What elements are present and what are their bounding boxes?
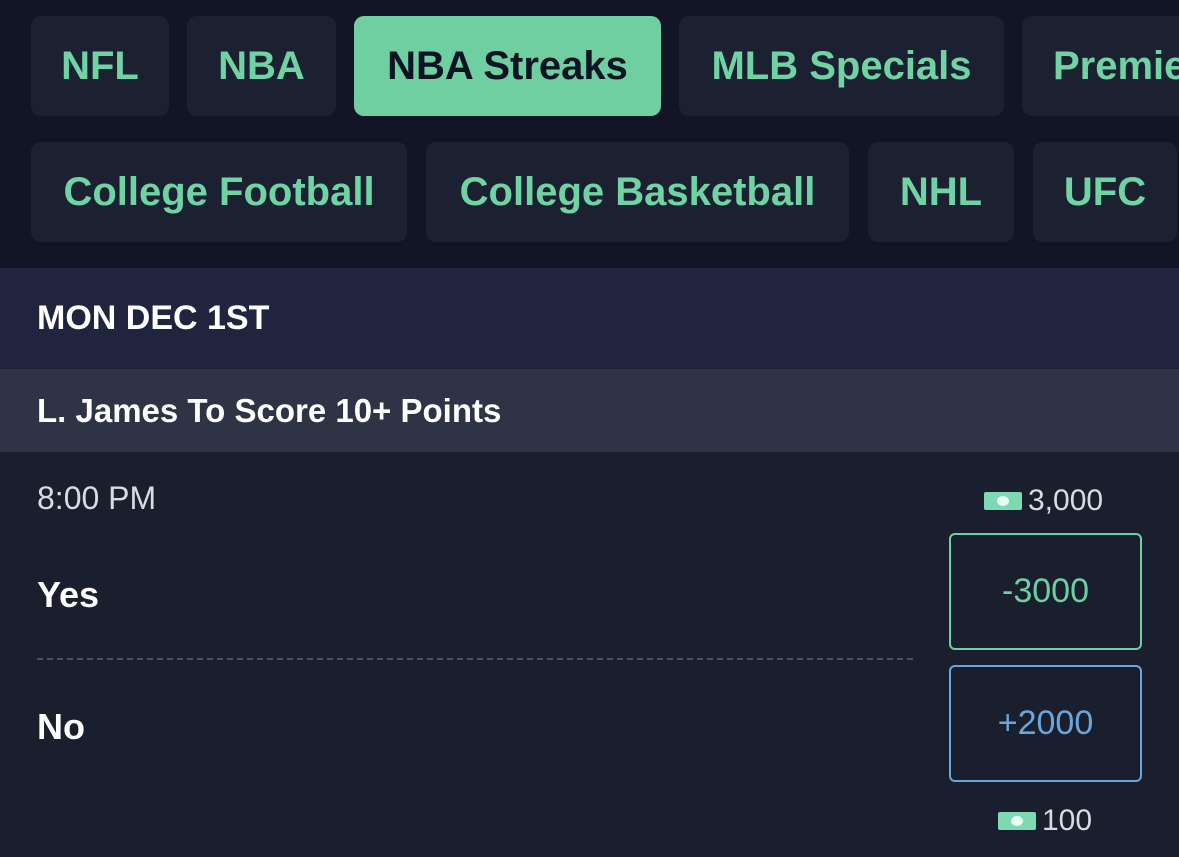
payout-no-amount: 100 bbox=[1042, 804, 1093, 837]
tab-nba[interactable]: NBA bbox=[187, 16, 336, 116]
payout-yes-amount: 3,000 bbox=[1028, 484, 1104, 517]
outcome-yes-label: Yes bbox=[37, 574, 100, 615]
tab-college-football[interactable]: College Football bbox=[31, 142, 407, 242]
tab-mlb-specials[interactable]: MLB Specials bbox=[679, 16, 1004, 116]
tab-nfl[interactable]: NFL bbox=[31, 16, 169, 116]
market-title: L. James To Score 10+ Points bbox=[37, 391, 502, 429]
tab-ufc[interactable]: UFC bbox=[1033, 142, 1177, 242]
market-header: L. James To Score 10+ Points bbox=[0, 369, 1179, 452]
odds-yes-button[interactable]: -3000 bbox=[949, 533, 1142, 650]
outcome-divider bbox=[37, 658, 913, 660]
category-tabs: NFL NBA NBA Streaks MLB Specials Premie … bbox=[0, 0, 1179, 268]
payout-yes: 3,000 bbox=[984, 484, 1103, 518]
cash-icon bbox=[998, 812, 1036, 830]
date-header: MON DEC 1ST bbox=[0, 268, 1179, 369]
outcome-no-label: No bbox=[37, 706, 85, 747]
tab-nba-streaks[interactable]: NBA Streaks bbox=[354, 16, 661, 116]
page: NFL NBA NBA Streaks MLB Specials Premie … bbox=[0, 0, 1179, 857]
odds-no-button[interactable]: +2000 bbox=[949, 665, 1142, 782]
cash-icon bbox=[984, 492, 1022, 510]
tab-college-basketball[interactable]: College Basketball bbox=[426, 142, 849, 242]
date-label: MON DEC 1ST bbox=[37, 299, 270, 337]
tab-premier[interactable]: Premie bbox=[1022, 16, 1179, 116]
game-time: 8:00 PM bbox=[37, 480, 157, 516]
payout-no: 100 bbox=[998, 804, 1092, 838]
tab-nhl[interactable]: NHL bbox=[868, 142, 1014, 242]
